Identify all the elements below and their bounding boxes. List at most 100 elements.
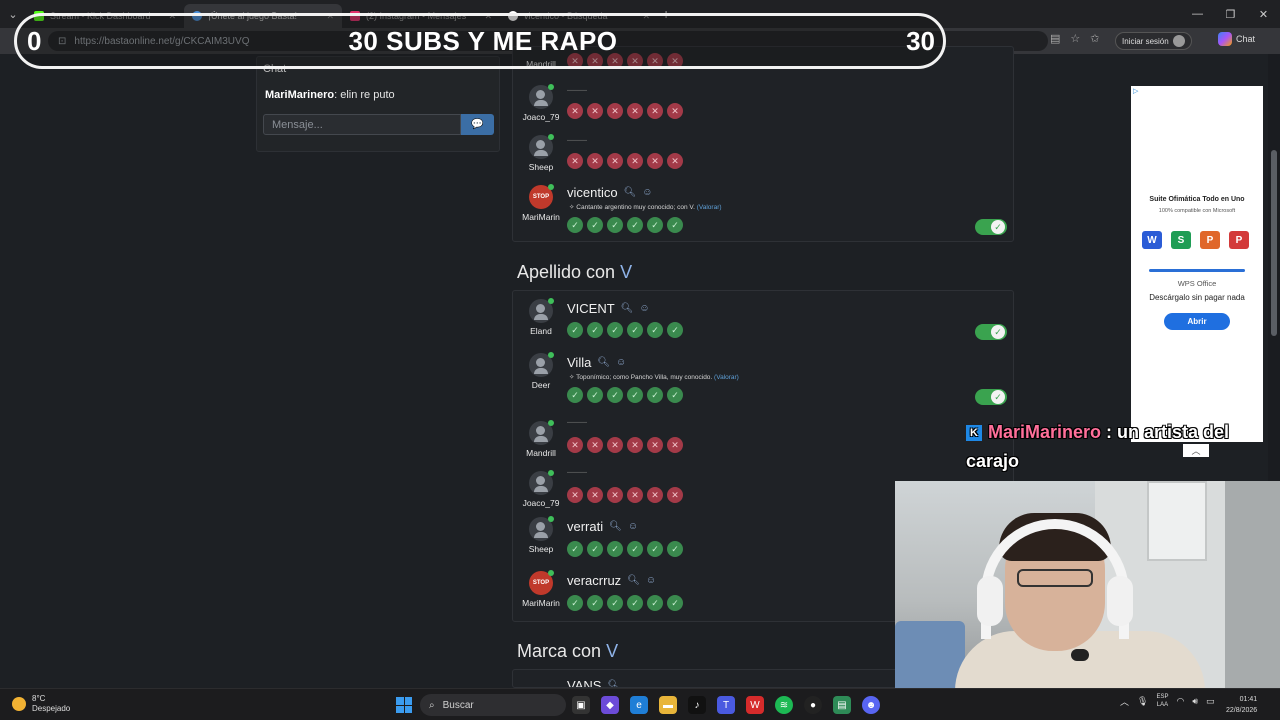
reading-view-icon[interactable]: ▤ [1050, 32, 1060, 45]
wps-office-ad[interactable]: ▷ Suite Ofimática Todo en Uno 100% compa… [1131, 86, 1263, 442]
vote-reject-icon[interactable]: ✕ [627, 437, 643, 453]
vote-reject-icon[interactable]: ✕ [627, 487, 643, 503]
vote-reject-icon[interactable]: ✕ [647, 487, 663, 503]
battery-icon[interactable]: ▭ [1206, 696, 1215, 707]
vote-reject-icon[interactable]: ✕ [587, 487, 603, 503]
vote-reject-icon[interactable]: ✕ [587, 103, 603, 119]
emoji-react-icon[interactable]: ☺ [616, 357, 626, 368]
search-icon[interactable]: 🔍︎ [597, 357, 610, 368]
vote-accept-icon[interactable]: ✓ [587, 322, 603, 338]
vote-reject-icon[interactable]: ✕ [607, 103, 623, 119]
windows-start-icon[interactable] [396, 697, 412, 713]
edge-browser-icon[interactable]: e [630, 696, 648, 714]
spotify-icon[interactable]: ≋ [775, 696, 793, 714]
chat-input[interactable] [263, 114, 461, 135]
tray-overflow-chevron-icon[interactable]: ︿ [1120, 695, 1129, 708]
vote-reject-icon[interactable]: ✕ [667, 487, 683, 503]
search-icon[interactable]: 🔍︎ [621, 303, 634, 314]
vote-reject-icon[interactable]: ✕ [627, 153, 643, 169]
vote-reject-icon[interactable]: ✕ [587, 437, 603, 453]
favorite-star-icon[interactable]: ☆ [1070, 32, 1080, 45]
vote-accept-icon[interactable]: ✓ [587, 217, 603, 233]
vote-reject-icon[interactable]: ✕ [587, 153, 603, 169]
vote-reject-icon[interactable]: ✕ [667, 153, 683, 169]
vote-accept-icon[interactable]: ✓ [607, 595, 623, 611]
vote-reject-icon[interactable]: ✕ [607, 487, 623, 503]
vote-accept-icon[interactable]: ✓ [627, 217, 643, 233]
vote-accept-icon[interactable]: ✓ [607, 387, 623, 403]
vote-accept-icon[interactable]: ✓ [567, 217, 583, 233]
vote-accept-icon[interactable]: ✓ [627, 387, 643, 403]
ad-info-icon[interactable]: ▷ [1133, 87, 1138, 95]
search-icon[interactable]: 🔍︎ [627, 575, 640, 586]
vote-reject-icon[interactable]: ✕ [607, 437, 623, 453]
vote-accept-icon[interactable]: ✓ [607, 322, 623, 338]
search-icon[interactable]: 🔍︎ [624, 187, 637, 198]
vote-accept-icon[interactable]: ✓ [647, 595, 663, 611]
vote-accept-icon[interactable]: ✓ [647, 322, 663, 338]
vote-accept-icon[interactable]: ✓ [667, 217, 683, 233]
vote-accept-icon[interactable]: ✓ [667, 595, 683, 611]
emoji-react-icon[interactable]: ☺ [646, 575, 656, 586]
weather-widget[interactable]: 8°C Despejado [12, 694, 70, 714]
vote-accept-icon[interactable]: ✓ [607, 217, 623, 233]
vote-accept-icon[interactable]: ✓ [627, 541, 643, 557]
vote-reject-icon[interactable]: ✕ [667, 103, 683, 119]
vote-accept-icon[interactable]: ✓ [667, 387, 683, 403]
copilot-chat-button[interactable]: Chat [1218, 32, 1255, 46]
ad-open-button[interactable]: Abrir [1164, 313, 1230, 330]
vote-accept-icon[interactable]: ✓ [607, 541, 623, 557]
favorites-icon[interactable]: ✩ [1090, 32, 1099, 45]
vote-reject-icon[interactable]: ✕ [627, 103, 643, 119]
vote-accept-icon[interactable]: ✓ [587, 387, 603, 403]
search-icon[interactable]: 🔍︎ [607, 680, 620, 687]
vote-accept-icon[interactable]: ✓ [587, 595, 603, 611]
task-view-icon[interactable]: ▣ [572, 696, 590, 714]
vote-accept-icon[interactable]: ✓ [647, 217, 663, 233]
emoji-react-icon[interactable]: ☺ [628, 521, 638, 532]
vote-reject-icon[interactable]: ✕ [667, 437, 683, 453]
vote-accept-icon[interactable]: ✓ [567, 387, 583, 403]
search-icon[interactable]: 🔍︎ [609, 521, 622, 532]
maximize-icon[interactable]: ❐ [1214, 0, 1247, 28]
tiktok-icon[interactable]: ♪ [688, 696, 706, 714]
validity-toggle[interactable] [975, 324, 1007, 340]
vote-accept-icon[interactable]: ✓ [647, 387, 663, 403]
vote-reject-icon[interactable]: ✕ [607, 153, 623, 169]
emoji-react-icon[interactable]: ☺ [639, 303, 649, 314]
obs-icon[interactable]: ● [804, 696, 822, 714]
vote-accept-icon[interactable]: ✓ [647, 541, 663, 557]
vote-reject-icon[interactable]: ✕ [567, 487, 583, 503]
language-indicator[interactable]: ESP LAA [1156, 693, 1168, 709]
rate-link[interactable]: (Valorar) [697, 204, 722, 211]
chat-send-button[interactable]: 💬 [461, 114, 494, 135]
wps-app-icon[interactable]: W [746, 696, 764, 714]
signin-button[interactable]: Iniciar sesión [1115, 32, 1192, 50]
minimize-icon[interactable]: — [1181, 0, 1214, 28]
emoji-react-icon[interactable]: ☺ [642, 187, 652, 198]
scroll-thumb[interactable] [1271, 150, 1277, 336]
rate-link[interactable]: (Valorar) [714, 374, 739, 381]
close-window-icon[interactable]: ✕ [1247, 0, 1280, 28]
vote-accept-icon[interactable]: ✓ [627, 322, 643, 338]
chart-app-icon[interactable]: ▤ [833, 696, 851, 714]
vote-accept-icon[interactable]: ✓ [587, 541, 603, 557]
vote-accept-icon[interactable]: ✓ [567, 322, 583, 338]
vote-reject-icon[interactable]: ✕ [567, 437, 583, 453]
file-explorer-icon[interactable]: ▬ [659, 696, 677, 714]
vote-accept-icon[interactable]: ✓ [667, 541, 683, 557]
vote-accept-icon[interactable]: ✓ [667, 322, 683, 338]
vote-reject-icon[interactable]: ✕ [647, 153, 663, 169]
vote-accept-icon[interactable]: ✓ [567, 541, 583, 557]
vote-accept-icon[interactable]: ✓ [627, 595, 643, 611]
discord-icon[interactable]: ☻ [862, 696, 880, 714]
validity-toggle[interactable] [975, 219, 1007, 235]
taskbar-search[interactable]: ⌕ Buscar [420, 694, 566, 716]
vote-reject-icon[interactable]: ✕ [647, 437, 663, 453]
vote-reject-icon[interactable]: ✕ [567, 103, 583, 119]
taskbar-clock[interactable]: 01:41 22/8/2026 [1226, 694, 1257, 716]
teams-icon[interactable]: T [717, 696, 735, 714]
validity-toggle[interactable] [975, 389, 1007, 405]
wifi-icon[interactable]: ◠ [1176, 696, 1184, 707]
vote-accept-icon[interactable]: ✓ [567, 595, 583, 611]
